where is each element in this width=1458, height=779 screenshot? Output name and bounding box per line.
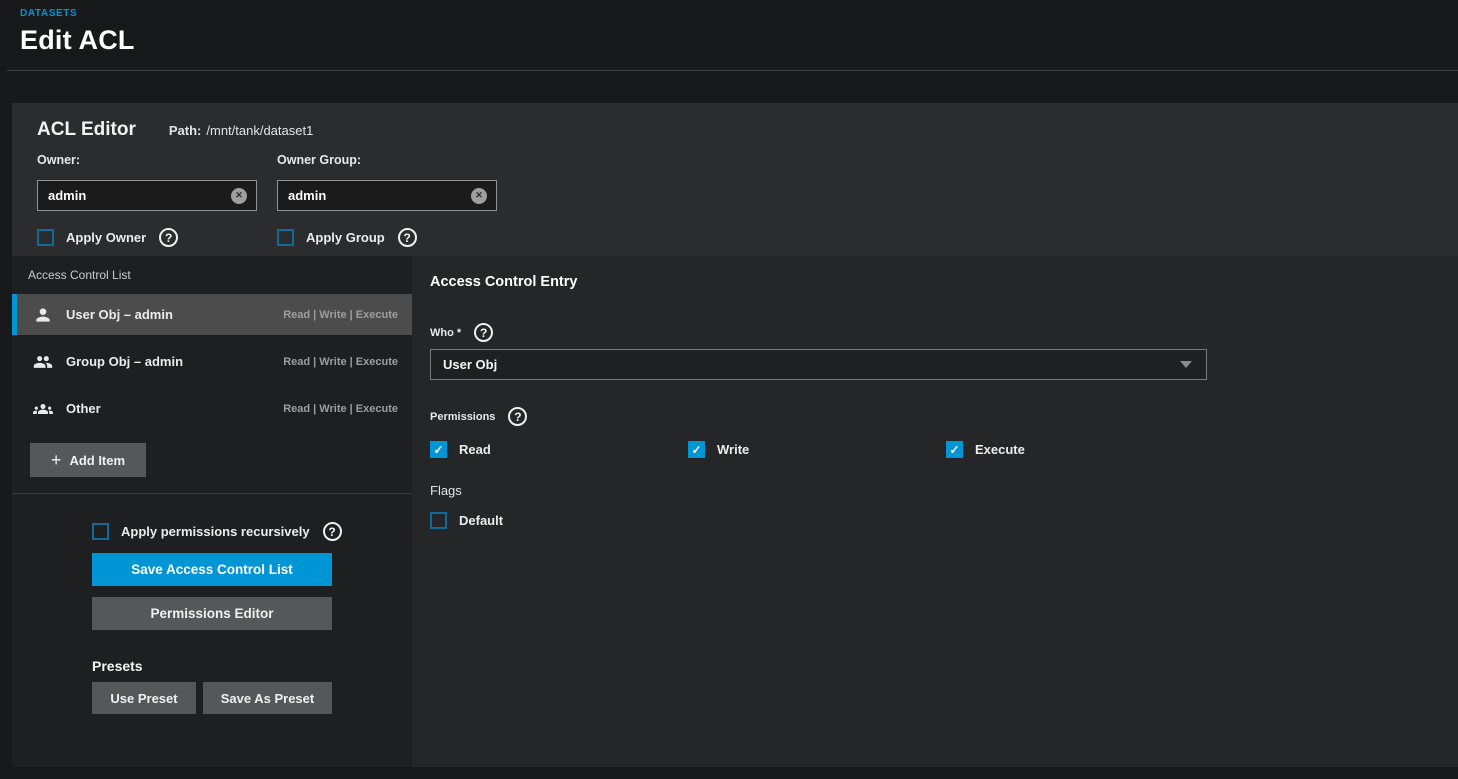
access-control-list-title: Access Control List [12, 268, 412, 282]
access-control-list-panel: Access Control List User Obj – admin Rea… [12, 256, 412, 767]
help-icon[interactable]: ? [474, 323, 493, 342]
owner-input[interactable]: admin ✕ [37, 180, 257, 211]
owner-group-label: Owner Group: [277, 153, 497, 167]
add-item-button[interactable]: + Add Item [30, 443, 146, 477]
help-icon[interactable]: ? [323, 522, 342, 541]
flags-label: Flags [430, 483, 1458, 498]
apply-owner-checkbox[interactable] [37, 229, 54, 246]
apply-recursively-checkbox[interactable] [92, 523, 109, 540]
header-divider [7, 70, 1458, 71]
read-checkbox[interactable]: ✓ [430, 441, 447, 458]
chevron-down-icon [1180, 361, 1192, 368]
acl-item-permissions: Read | Write | Execute [283, 309, 398, 321]
write-checkbox[interactable]: ✓ [688, 441, 705, 458]
access-control-entry-title: Access Control Entry [430, 274, 1458, 290]
default-checkbox[interactable] [430, 512, 447, 529]
people-icon [33, 399, 53, 419]
add-item-label: Add Item [69, 453, 125, 468]
acl-item-other[interactable]: Other Read | Write | Execute [12, 388, 412, 429]
acl-item-group-obj[interactable]: Group Obj – admin Read | Write | Execute [12, 341, 412, 382]
owner-value[interactable]: admin [48, 188, 231, 203]
group-icon [33, 352, 53, 372]
user-icon [33, 305, 53, 325]
check-icon: ✓ [433, 444, 443, 456]
breadcrumb[interactable]: DATASETS [20, 8, 1458, 19]
acl-item-label: Other [66, 401, 101, 416]
read-label: Read [459, 442, 491, 457]
default-label: Default [459, 513, 503, 528]
acl-editor-form: ACL Editor Path: /mnt/tank/dataset1 Owner… [12, 103, 1458, 256]
who-select[interactable]: User Obj [430, 349, 1207, 380]
clear-icon[interactable]: ✕ [471, 188, 487, 204]
page-title: Edit ACL [20, 25, 1458, 56]
write-label: Write [717, 442, 749, 457]
execute-checkbox[interactable]: ✓ [946, 441, 963, 458]
acl-item-permissions: Read | Write | Execute [283, 403, 398, 415]
acl-items: User Obj – admin Read | Write | Execute … [12, 294, 412, 429]
who-value: User Obj [443, 357, 1180, 372]
path-value: /mnt/tank/dataset1 [206, 123, 313, 138]
permissions-label: Permissions [430, 411, 495, 423]
owner-label: Owner: [37, 153, 257, 167]
help-icon[interactable]: ? [398, 228, 417, 247]
owner-group-value[interactable]: admin [288, 188, 471, 203]
plus-icon: + [51, 451, 62, 469]
acl-editor-card: ACL Editor Path: /mnt/tank/dataset1 Owner… [12, 103, 1458, 768]
page-header: DATASETS Edit ACL [0, 0, 1458, 56]
acl-item-permissions: Read | Write | Execute [283, 356, 398, 368]
dataset-path: Path: /mnt/tank/dataset1 [169, 123, 313, 138]
execute-label: Execute [975, 442, 1025, 457]
apply-owner-label: Apply Owner [66, 230, 146, 245]
clear-icon[interactable]: ✕ [231, 188, 247, 204]
help-icon[interactable]: ? [508, 407, 527, 426]
divider [12, 493, 412, 494]
acl-item-label: User Obj – admin [66, 307, 173, 322]
acl-item-label: Group Obj – admin [66, 354, 183, 369]
apply-group-checkbox[interactable] [277, 229, 294, 246]
help-icon[interactable]: ? [159, 228, 178, 247]
owner-group-input[interactable]: admin ✕ [277, 180, 497, 211]
presets-title: Presets [92, 658, 412, 674]
save-as-preset-button[interactable]: Save As Preset [203, 682, 332, 714]
save-access-control-list-button[interactable]: Save Access Control List [92, 553, 332, 586]
path-label: Path: [169, 123, 202, 138]
apply-group-label: Apply Group [306, 230, 385, 245]
check-icon: ✓ [949, 444, 959, 456]
check-icon: ✓ [691, 444, 701, 456]
permissions-editor-button[interactable]: Permissions Editor [92, 597, 332, 630]
acl-editor-title: ACL Editor [37, 119, 136, 141]
use-preset-button[interactable]: Use Preset [92, 682, 196, 714]
acl-item-user-obj[interactable]: User Obj – admin Read | Write | Execute [12, 294, 412, 335]
who-label: Who * [430, 327, 461, 339]
access-control-entry-panel: Access Control Entry Who * ? User Obj Pe… [412, 256, 1458, 767]
apply-recursively-label: Apply permissions recursively [121, 524, 310, 539]
